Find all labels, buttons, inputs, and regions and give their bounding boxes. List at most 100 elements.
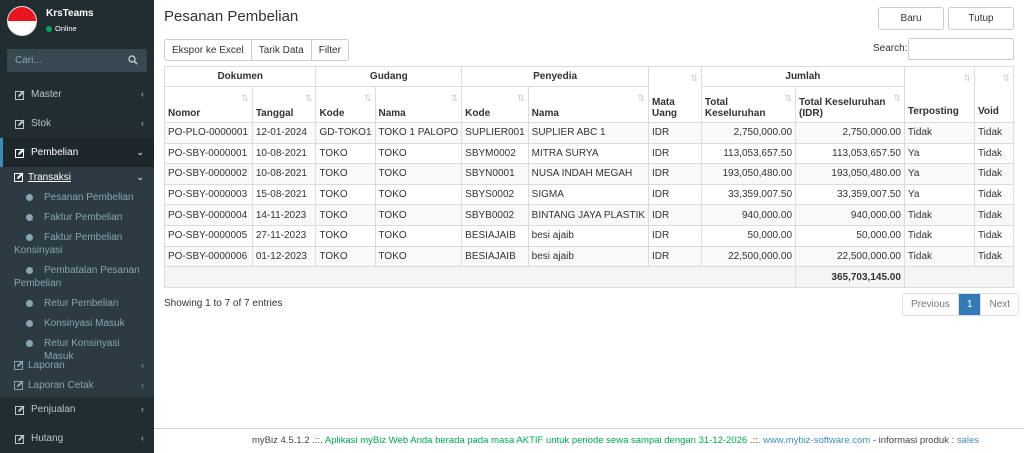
sidebar-item-penjualan[interactable]: Penjualan ‹ [0, 395, 154, 424]
export-excel-button[interactable]: Ekspor ke Excel [165, 40, 252, 60]
group-header-penyedia: Penyedia [461, 66, 650, 87]
cell-terposting: Tidak [903, 224, 975, 247]
column-header-penyedia-kode[interactable]: ⇅ Kode [461, 86, 529, 123]
table-row[interactable]: PO-SBY-0000005 27-11-2023 TOKO TOKO BESIAJAI… [164, 224, 1015, 247]
website-link[interactable]: www.mybiz-software.com [763, 435, 870, 446]
cell-penyedia-kode: SBYM0002 [461, 142, 529, 165]
column-header-mata-uang[interactable]: ⇅ Mata Uang [648, 66, 702, 123]
cell-penyedia-nama: MITRA SURYA [527, 142, 650, 165]
cell-void: Tidak [973, 122, 1015, 144]
sidebar-item-konsinyasi-masuk[interactable]: Konsinyasi Masuk [26, 317, 150, 330]
sort-icon: ⇅ [963, 73, 971, 83]
circle-icon [26, 340, 33, 347]
sidebar-item-pesanan-pembelian[interactable]: Pesanan Pembelian [26, 191, 150, 204]
cell-penyedia-kode: BESIAJAIB [461, 245, 529, 268]
column-header-void[interactable]: ⇅ Void [973, 66, 1015, 123]
sidebar-item-faktur-pembelian-konsinyasi[interactable]: Faktur Pembelian [26, 231, 150, 244]
chevron-left-icon: ‹ [141, 360, 144, 370]
chevron-left-icon: ‹ [141, 380, 144, 390]
cell-nomor: PO-SBY-0000005 [164, 224, 253, 247]
group-header-gudang: Gudang [315, 66, 463, 87]
sort-icon: ⇅ [1002, 73, 1010, 83]
sidebar-item-hutang[interactable]: Hutang ‹ [0, 424, 154, 453]
sidebar-item-laporan[interactable]: Laporan ‹ [0, 357, 154, 373]
cell-nomor: PO-SBY-0000002 [164, 163, 253, 185]
filter-button[interactable]: Filter [311, 40, 348, 60]
page-title: Pesanan Pembelian [164, 8, 299, 25]
tutup-button[interactable]: Tutup [948, 7, 1014, 30]
cell-void: Tidak [973, 245, 1015, 268]
sidebar-item-label: Retur Pembelian [44, 298, 119, 309]
sidebar-item-label: Transaksi [28, 171, 71, 183]
cell-penyedia-nama: BINTANG JAYA PLASTIK [527, 204, 650, 226]
table-row[interactable]: PO-SBY-0000004 14-11-2023 TOKO TOKO SBYB0002… [164, 204, 1015, 226]
sidebar-item-laporan-cetak[interactable]: Laporan Cetak ‹ [0, 377, 154, 393]
sidebar-item-label: Master [31, 89, 62, 100]
cell-gudang-kode: GD-TOKO1 [315, 122, 376, 144]
edit-icon [15, 90, 29, 100]
page-1-button[interactable]: 1 [958, 294, 982, 315]
sidebar-item-stok[interactable]: Stok ‹ [0, 109, 154, 138]
sort-icon: ⇅ [690, 73, 698, 83]
sidebar-item-transaksi[interactable]: Transaksi ⌄ [0, 169, 154, 185]
column-header-penyedia-nama[interactable]: ⇅ Nama [527, 86, 650, 123]
previous-page-button[interactable]: Previous [903, 294, 959, 315]
cell-total-idr: 2,750,000.00 [795, 122, 905, 144]
sidebar-item-pembatalan-pesanan[interactable]: Pembatalan Pesanan [26, 264, 150, 277]
cell-mata-uang: IDR [648, 224, 702, 247]
sidebar-item-faktur-pembelian[interactable]: Faktur Pembelian [26, 211, 150, 224]
sidebar-item-master[interactable]: Master ‹ [0, 80, 154, 109]
sidebar-item-retur-pembelian[interactable]: Retur Pembelian [26, 297, 150, 310]
sidebar-item-label: Pesanan Pembelian [44, 192, 134, 203]
next-page-button[interactable]: Next [981, 294, 1019, 315]
purchase-order-table: Dokumen Gudang Penyedia ⇅ Mata Uang Juml… [163, 66, 1015, 289]
cell-total: 193,050,480.00 [700, 163, 797, 185]
circle-icon [26, 234, 33, 241]
cell-gudang-kode: TOKO [315, 224, 376, 247]
sort-icon: ⇅ [637, 93, 646, 103]
column-header-nomor[interactable]: ⇅ Nomor [164, 86, 253, 123]
table-row[interactable]: PO-PLO-0000001 12-01-2024 GD-TOKO1 TOKO 1 P… [164, 122, 1015, 144]
cell-terposting: Tidak [903, 204, 975, 226]
table-row[interactable]: PO-SBY-0000001 10-08-2021 TOKO TOKO SBYM0002… [164, 142, 1015, 165]
tarik-data-button[interactable]: Tarik Data [251, 40, 312, 60]
column-label: Terposting [907, 106, 959, 117]
sidebar-search-input[interactable] [7, 49, 127, 72]
column-header-tanggal[interactable]: ⇅ Tanggal [251, 86, 317, 123]
footer: myBiz 4.5.1.2 .::. Aplikasi myBiz Web An… [154, 428, 1024, 453]
table-row[interactable]: PO-SBY-0000006 01-12-2023 TOKO TOKO BESIAJAI… [164, 245, 1015, 268]
sidebar-item-pembelian[interactable]: Pembelian ⌄ [0, 138, 154, 167]
sidebar-item-label: Penjualan [31, 404, 76, 415]
sort-icon: ⇅ [517, 93, 525, 103]
sort-icon: ⇅ [450, 93, 459, 103]
chevron-down-icon: ⌄ [136, 147, 144, 157]
edit-icon [15, 405, 29, 415]
column-label: Kode [465, 108, 491, 119]
cell-total-idr: 50,000.00 [795, 224, 905, 247]
online-dot-icon [46, 26, 52, 33]
column-label: Total [704, 97, 729, 108]
baru-button[interactable]: Baru [878, 7, 944, 30]
column-header-gudang-nama[interactable]: ⇅ Nama [374, 86, 463, 123]
table-row[interactable]: PO-SBY-0000002 10-08-2021 TOKO TOKO SBYN0001… [164, 163, 1015, 185]
cell-tanggal: 15-08-2021 [251, 183, 317, 206]
cell-total: 940,000.00 [700, 204, 797, 226]
cell-terposting: Tidak [903, 245, 975, 268]
cell-gudang-nama: TOKO [374, 183, 463, 206]
cell-void: Tidak [973, 163, 1015, 185]
column-header-gudang-kode[interactable]: ⇅ Kode [315, 86, 376, 123]
sales-link[interactable]: sales [957, 435, 979, 446]
cell-gudang-kode: TOKO [315, 183, 376, 206]
cell-gudang-nama: TOKO [374, 142, 463, 165]
column-header-total[interactable]: ⇅ Total Keseluruhan [700, 86, 797, 123]
table-search-input[interactable] [908, 38, 1014, 60]
column-label: Total Keseluruhan [799, 97, 886, 108]
cell-penyedia-kode: SUPLIER001 [461, 122, 529, 144]
cell-tanggal: 27-11-2023 [251, 224, 317, 247]
search-icon[interactable] [128, 55, 138, 68]
column-header-terposting[interactable]: ⇅ Terposting [903, 66, 975, 123]
column-header-total-idr[interactable]: ⇅ Total Keseluruhan (IDR) [795, 86, 905, 123]
cell-total: 2,750,000.00 [700, 122, 797, 144]
sidebar-item-label-wrap: Pembelian [14, 277, 138, 290]
table-row[interactable]: PO-SBY-0000003 15-08-2021 TOKO TOKO SBYS0002… [164, 183, 1015, 206]
